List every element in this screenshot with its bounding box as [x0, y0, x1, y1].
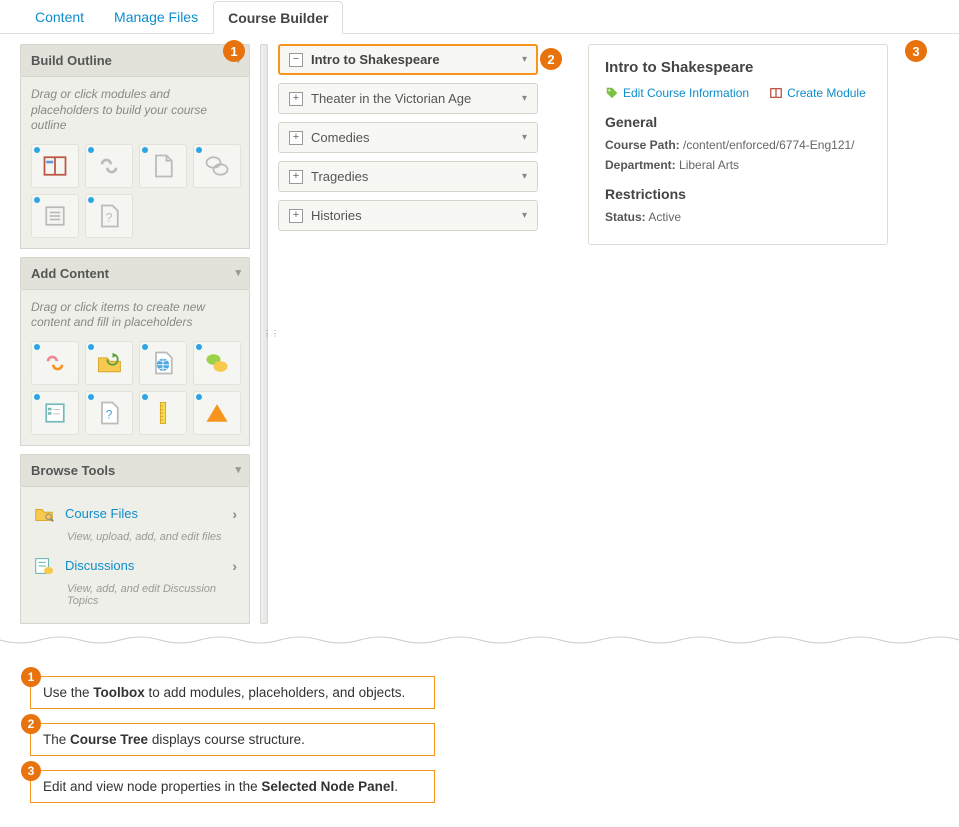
create-module-link[interactable]: Create Module — [769, 86, 866, 100]
tree-node-label: Theater in the Victorian Age — [311, 91, 471, 106]
general-heading: General — [605, 114, 871, 130]
callout-3: 3 Edit and view node properties in the S… — [30, 770, 435, 803]
status-row: Status: Active — [605, 210, 871, 224]
chevron-right-icon: › — [232, 558, 237, 574]
checklist-color-icon[interactable] — [31, 391, 79, 435]
course-files-label: Course Files — [65, 506, 138, 521]
tree-node-label: Histories — [311, 208, 362, 223]
tree-node[interactable]: + Comedies ▾ — [278, 122, 538, 153]
tree-root-label: Intro to Shakespeare — [311, 52, 440, 67]
tree-node-label: Tragedies — [311, 169, 368, 184]
checklist-icon[interactable] — [31, 194, 79, 238]
build-outline-body: Drag or click modules and placeholders t… — [20, 77, 250, 249]
build-outline-title: Build Outline — [31, 53, 112, 68]
unknown-file-color-icon[interactable]: ? — [85, 391, 133, 435]
dropdown-icon[interactable]: ▾ — [522, 132, 527, 143]
dropdown-icon[interactable]: ▾ — [522, 171, 527, 182]
expand-icon[interactable]: + — [289, 131, 303, 145]
dropdown-icon[interactable]: ▾ — [522, 93, 527, 104]
edit-course-info-link[interactable]: Edit Course Information — [605, 86, 749, 100]
course-tree: − Intro to Shakespeare ▾ + Theater in th… — [278, 44, 538, 624]
tab-content[interactable]: Content — [20, 0, 99, 33]
unknown-file-icon[interactable]: ? — [85, 194, 133, 238]
callout-2: 2 The Course Tree displays course struct… — [30, 723, 435, 756]
file-icon[interactable] — [139, 144, 187, 188]
course-path-row: Course Path: /content/enforced/6774-Eng1… — [605, 138, 871, 152]
restrictions-heading: Restrictions — [605, 186, 871, 202]
ruler-icon[interactable] — [139, 391, 187, 435]
selected-node-panel: Intro to Shakespeare Edit Course Informa… — [588, 44, 888, 624]
global-file-icon[interactable] — [139, 341, 187, 385]
chevron-right-icon: › — [232, 506, 237, 522]
dropdown-icon[interactable]: ▾ — [522, 54, 527, 65]
link-color-icon[interactable] — [31, 341, 79, 385]
browse-discussions[interactable]: Discussions › — [31, 549, 239, 583]
discussions-label: Discussions — [65, 558, 134, 573]
tab-manage-files[interactable]: Manage Files — [99, 0, 213, 33]
annotation-badge-3: 3 — [905, 40, 927, 62]
torn-edge — [0, 634, 959, 652]
folder-search-icon — [33, 503, 55, 525]
expand-icon[interactable]: + — [289, 170, 303, 184]
callout-1: 1 Use the Toolbox to add modules, placeh… — [30, 676, 435, 709]
tree-root-node[interactable]: − Intro to Shakespeare ▾ — [278, 44, 538, 75]
browse-tools-header[interactable]: Browse Tools ▾ — [20, 454, 250, 487]
tree-node-label: Comedies — [311, 130, 370, 145]
tree-node[interactable]: + Theater in the Victorian Age ▾ — [278, 83, 538, 114]
toolbox-panel: Build Outline ▾ Drag or click modules an… — [20, 44, 250, 624]
chevron-down-icon: ▾ — [235, 266, 241, 279]
browse-tools-title: Browse Tools — [31, 463, 115, 478]
svg-text:?: ? — [106, 210, 113, 224]
svg-text:?: ? — [106, 407, 113, 421]
course-files-sub: View, upload, add, and edit files — [67, 531, 239, 543]
browse-course-files[interactable]: Course Files › — [31, 497, 239, 531]
add-content-body: Drag or click items to create new conten… — [20, 290, 250, 446]
callout-badge-1: 1 — [21, 667, 41, 687]
main-area: 1 2 3 Build Outline ▾ Drag or click modu… — [0, 34, 959, 634]
link-icon[interactable] — [85, 144, 133, 188]
callout-badge-2: 2 — [21, 714, 41, 734]
annotation-badge-1: 1 — [223, 40, 245, 62]
module-icon[interactable] — [31, 144, 79, 188]
tab-course-builder[interactable]: Course Builder — [213, 1, 343, 34]
expand-icon[interactable]: + — [289, 209, 303, 223]
tag-icon — [605, 86, 619, 100]
add-content-header[interactable]: Add Content ▾ — [20, 257, 250, 290]
build-outline-header[interactable]: Build Outline ▾ — [20, 44, 250, 77]
browse-tools-body: Course Files › View, upload, add, and ed… — [20, 487, 250, 624]
collapse-icon[interactable]: − — [289, 53, 303, 67]
folder-open-icon[interactable] — [85, 341, 133, 385]
callout-badge-3: 3 — [21, 761, 41, 781]
tree-node[interactable]: + Tragedies ▾ — [278, 161, 538, 192]
discussions-sub: View, add, and edit Discussion Topics — [67, 583, 239, 607]
chevron-down-icon: ▾ — [235, 463, 241, 476]
dropdown-icon[interactable]: ▾ — [522, 210, 527, 221]
discussion-icon[interactable] — [193, 144, 241, 188]
warning-icon[interactable] — [193, 391, 241, 435]
add-content-title: Add Content — [31, 266, 109, 281]
annotation-badge-2: 2 — [540, 48, 562, 70]
splitter-handle[interactable]: ⋮⋮ — [260, 44, 268, 624]
add-content-hint: Drag or click items to create new conten… — [31, 300, 239, 331]
chat-icon[interactable] — [193, 341, 241, 385]
department-row: Department: Liberal Arts — [605, 158, 871, 172]
expand-icon[interactable]: + — [289, 92, 303, 106]
build-outline-hint: Drag or click modules and placeholders t… — [31, 87, 239, 134]
top-tabs: Content Manage Files Course Builder — [0, 0, 959, 34]
discussions-list-icon — [33, 555, 55, 577]
module-small-icon — [769, 86, 783, 100]
tree-node[interactable]: + Histories ▾ — [278, 200, 538, 231]
annotation-callouts: 1 Use the Toolbox to add modules, placeh… — [0, 652, 959, 827]
detail-title: Intro to Shakespeare — [605, 59, 871, 76]
